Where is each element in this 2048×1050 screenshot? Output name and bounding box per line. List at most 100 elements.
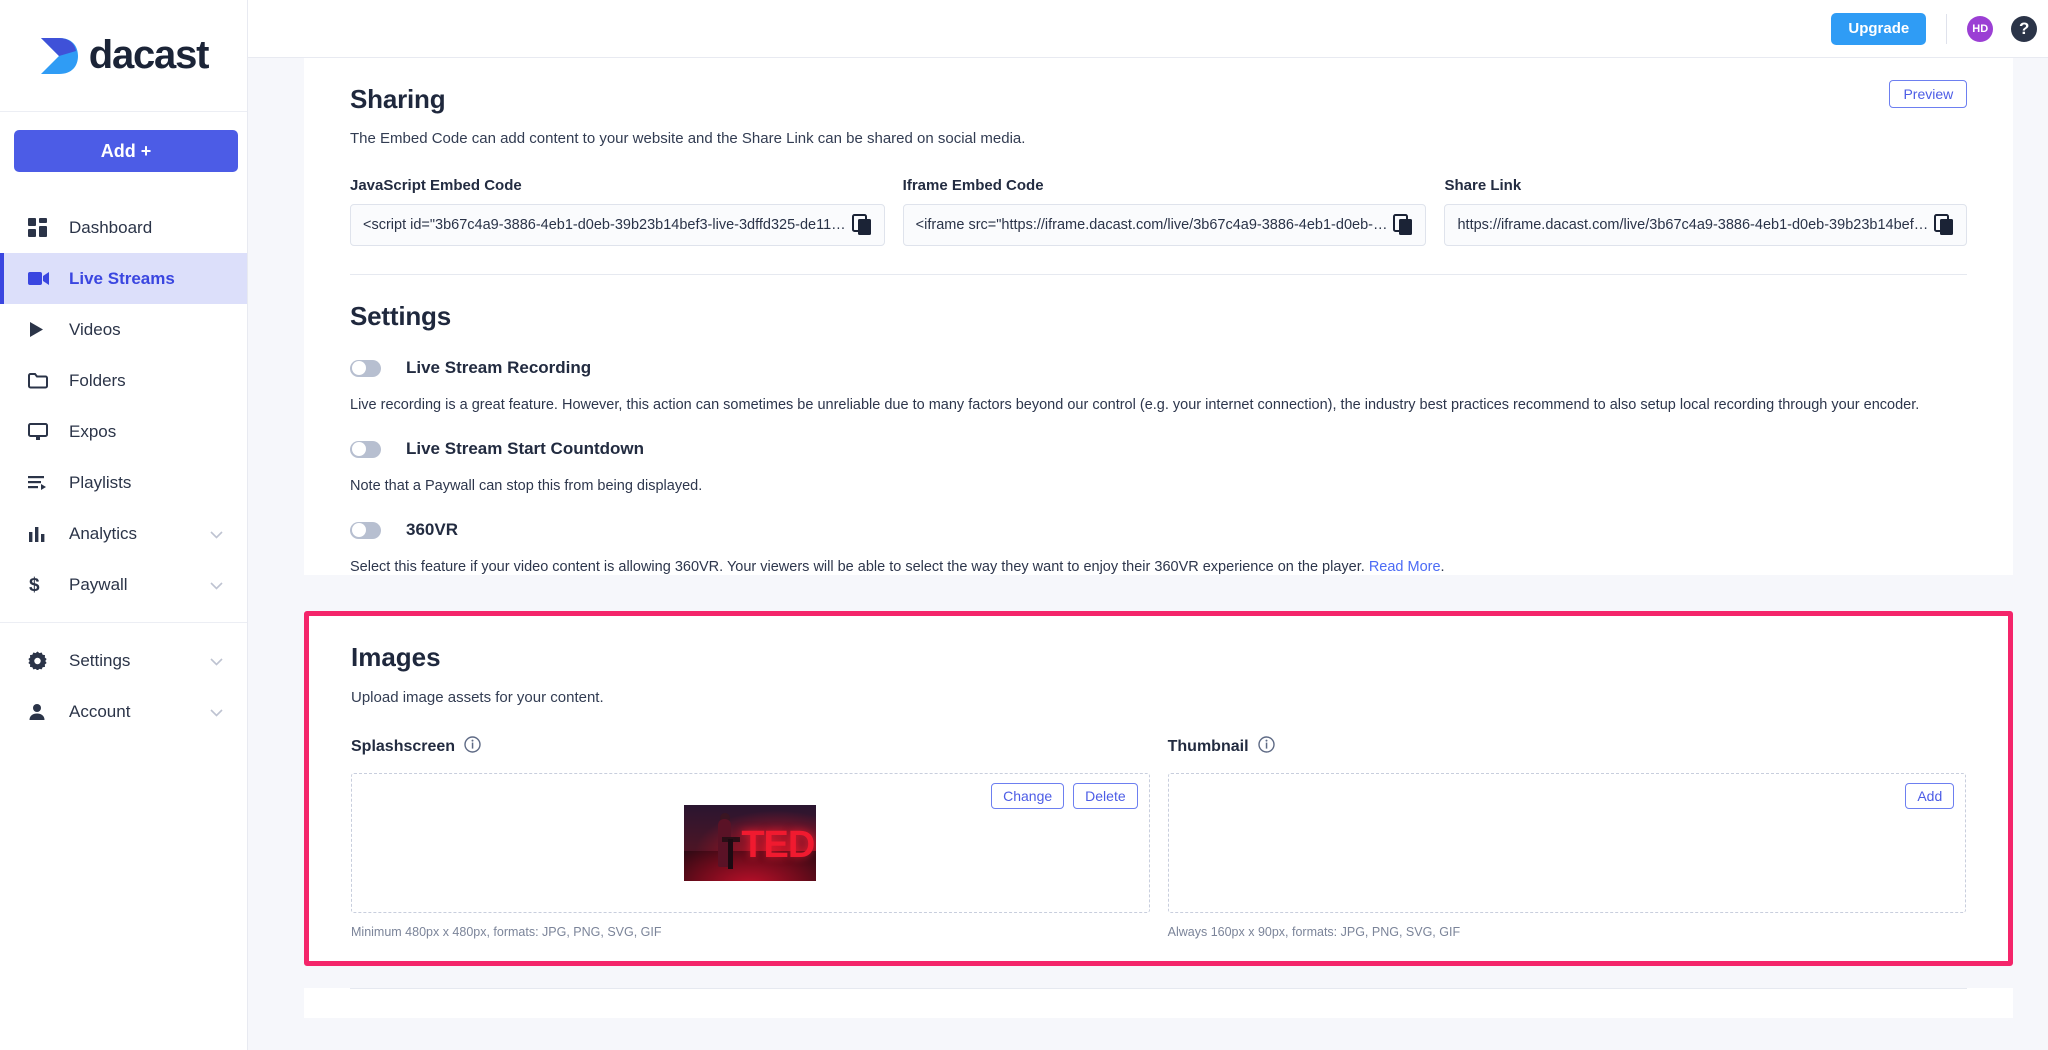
copy-icon[interactable]: [1393, 214, 1415, 236]
images-title: Images: [351, 642, 441, 672]
dashboard-grid-icon: [28, 218, 58, 237]
vr360-row: 360VR: [350, 520, 1967, 540]
vr360-description-suffix: .: [1440, 559, 1445, 575]
field-value: https://iframe.dacast.com/live/3b67c4a9-…: [1457, 217, 1929, 233]
chevron-down-icon[interactable]: [210, 524, 223, 544]
chevron-down-icon[interactable]: [210, 651, 223, 671]
images-columns: Splashscreen Change Delete TED Minimum 4…: [351, 736, 1967, 939]
splashscreen-image-podium: [728, 839, 734, 869]
toggle-label: 360VR: [406, 520, 458, 539]
sharing-title: Sharing: [350, 84, 446, 114]
field-label: Iframe Embed Code: [902, 177, 1044, 194]
copy-icon[interactable]: [851, 214, 874, 236]
sharing-fields: JavaScript Embed Code <script id="3b67c4…: [350, 177, 1968, 246]
splashscreen-header: Splashscreen: [351, 736, 1150, 758]
sidebar-item-dashboard[interactable]: Dashboard: [0, 202, 247, 253]
monitor-icon: [28, 422, 58, 441]
sidebar-item-expos[interactable]: Expos: [0, 406, 247, 457]
share-link-input[interactable]: https://iframe.dacast.com/live/3b67c4a9-…: [1444, 204, 1968, 246]
next-section-placeholder: [304, 988, 2014, 1018]
toggle-label: Live Stream Start Countdown: [406, 439, 645, 458]
splashscreen-image-letters: TED: [741, 824, 815, 866]
dollar-sign-icon: $: [28, 575, 58, 594]
sidebar-divider: [0, 622, 247, 623]
sidebar-item-playlists[interactable]: Playlists: [0, 457, 247, 508]
sidebar-item-settings[interactable]: Settings: [0, 635, 247, 686]
live-stream-recording-toggle[interactable]: [350, 359, 381, 377]
question-mark-icon[interactable]: ?: [2011, 15, 2038, 42]
main-area: Upgrade HD ? Preview Sharing The Embed C…: [248, 0, 2048, 1050]
javascript-embed-input[interactable]: <script id="3b67c4a9-3886-4eb1-d0eb-39b2…: [350, 204, 885, 246]
content-scroll-area[interactable]: Preview Sharing The Embed Code can add c…: [248, 58, 2048, 1050]
iframe-embed-input[interactable]: <iframe src="https://iframe.dacast.com/l…: [902, 204, 1427, 246]
sidebar-nav: Dashboard Live Streams Videos Folders Ex…: [0, 202, 247, 737]
sidebar-item-label: Account: [69, 701, 131, 721]
person-icon: [28, 703, 58, 721]
playlist-icon: [28, 475, 58, 490]
info-circle-icon[interactable]: [464, 736, 481, 758]
sharing-section: Sharing The Embed Code can add content t…: [350, 58, 1968, 575]
info-circle-icon[interactable]: [1257, 736, 1275, 758]
chevron-down-icon[interactable]: [210, 702, 223, 722]
vr360-toggle[interactable]: [350, 521, 381, 539]
brand-name: dacast: [88, 33, 210, 77]
settings-title: Settings: [350, 301, 451, 331]
play-triangle-icon: [28, 321, 58, 338]
live-stream-countdown-toggle[interactable]: [350, 440, 381, 458]
live-stream-countdown-row: Live Stream Start Countdown: [350, 439, 1967, 459]
vr360-description-text: Select this feature if your video conten…: [350, 559, 1369, 575]
dacast-chevron-logo-icon: [40, 37, 78, 74]
sidebar-item-paywall[interactable]: $ Paywall: [0, 559, 247, 610]
chevron-down-icon[interactable]: [210, 575, 223, 595]
sidebar-item-label: Playlists: [69, 472, 132, 492]
live-stream-recording-description: Live recording is a great feature. Howev…: [350, 397, 1920, 413]
thumbnail-dropzone[interactable]: Add: [1167, 773, 1967, 913]
app-root: dacast Add + Dashboard Live Streams Vide…: [0, 0, 2048, 1050]
sidebar-item-live-streams[interactable]: Live Streams: [0, 253, 247, 304]
thumbnail-note: Always 160px x 90px, formats: JPG, PNG, …: [1167, 925, 1461, 939]
preview-button-wrapper: Preview: [1889, 80, 1968, 108]
javascript-embed-field: JavaScript Embed Code <script id="3b67c4…: [350, 177, 885, 246]
sidebar-item-label: Analytics: [69, 523, 138, 543]
live-stream-countdown-description: Note that a Paywall can stop this from b…: [350, 478, 703, 494]
copy-icon[interactable]: [1934, 214, 1956, 236]
add-button[interactable]: Add +: [14, 130, 238, 172]
thumbnail-actions: Add: [1905, 783, 1955, 809]
add-button-wrapper: Add +: [0, 112, 247, 180]
sidebar-item-label: Dashboard: [69, 217, 153, 237]
change-button[interactable]: Change: [991, 783, 1065, 809]
iframe-embed-field: Iframe Embed Code <iframe src="https://i…: [902, 177, 1427, 246]
thumbnail-column: Thumbnail Add Always 160px x 90px, forma…: [1167, 736, 1967, 939]
field-value: <script id="3b67c4a9-3886-4eb1-d0eb-39b2…: [363, 217, 846, 233]
live-stream-recording-row: Live Stream Recording: [350, 358, 1967, 378]
avatar[interactable]: HD: [1967, 15, 1994, 42]
splashscreen-dropzone[interactable]: Change Delete TED: [351, 773, 1150, 913]
field-value: <iframe src="https://iframe.dacast.com/l…: [915, 217, 1388, 233]
splashscreen-note: Minimum 480px x 480px, formats: JPG, PNG…: [351, 925, 662, 939]
section-divider: [350, 274, 1968, 275]
sidebar-item-label: Paywall: [69, 574, 128, 594]
read-more-link[interactable]: Read More: [1369, 559, 1441, 575]
sidebar-item-account[interactable]: Account: [0, 686, 247, 737]
toggle-label: Live Stream Recording: [406, 358, 592, 377]
vr360-description: Select this feature if your video conten…: [350, 559, 1967, 575]
splashscreen-actions: Change Delete: [991, 783, 1138, 809]
sidebar-item-analytics[interactable]: Analytics: [0, 508, 247, 559]
add-image-button[interactable]: Add: [1905, 783, 1955, 809]
preview-button[interactable]: Preview: [1889, 80, 1968, 108]
splashscreen-label: Splashscreen: [351, 738, 456, 755]
sharing-description: The Embed Code can add content to your w…: [350, 130, 1026, 147]
video-camera-icon: [28, 271, 58, 286]
sidebar-item-videos[interactable]: Videos: [0, 304, 247, 355]
sidebar-item-label: Expos: [69, 421, 117, 441]
thumbnail-label: Thumbnail: [1167, 738, 1249, 755]
upgrade-button[interactable]: Upgrade: [1831, 12, 1927, 45]
sidebar-item-folders[interactable]: Folders: [0, 355, 247, 406]
sidebar-item-label: Settings: [69, 650, 131, 670]
splashscreen-column: Splashscreen Change Delete TED Minimum 4…: [351, 736, 1150, 939]
sharing-settings-card: Preview Sharing The Embed Code can add c…: [304, 58, 2014, 575]
brand-logo[interactable]: dacast: [0, 0, 247, 112]
delete-button[interactable]: Delete: [1073, 783, 1138, 809]
field-label: Share Link: [1444, 177, 1522, 194]
sidebar: dacast Add + Dashboard Live Streams Vide…: [0, 0, 248, 1050]
